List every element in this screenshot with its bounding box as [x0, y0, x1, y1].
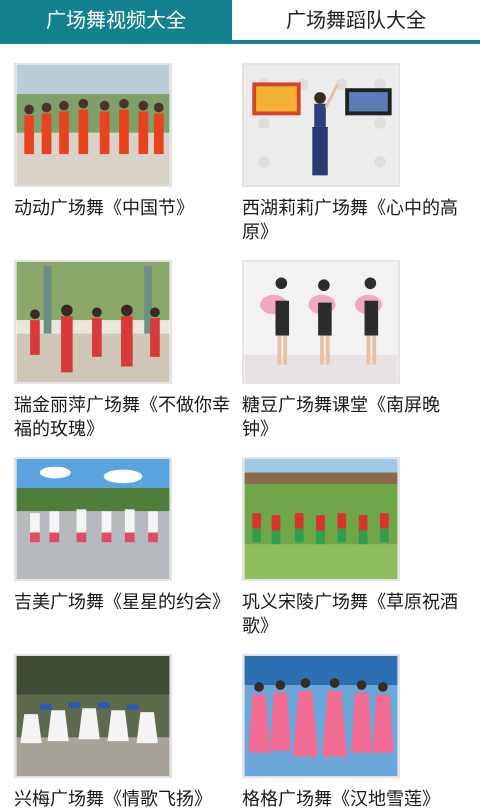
- dance-group-park-icon: [16, 262, 170, 382]
- video-title[interactable]: 吉美广场舞《星星的约会》: [14, 591, 234, 615]
- dance-group-pink-dress-icon: [244, 656, 398, 776]
- dance-group-white-dress-icon: [16, 656, 170, 776]
- video-thumbnail[interactable]: [242, 260, 400, 384]
- video-thumbnail[interactable]: [242, 63, 400, 187]
- video-title[interactable]: 动动广场舞《中国节》: [14, 197, 234, 221]
- trio-fan-dancers-icon: [244, 262, 398, 382]
- video-title[interactable]: 西湖莉莉广场舞《心中的高原》: [242, 197, 462, 245]
- video-thumbnail[interactable]: [14, 260, 172, 384]
- video-thumbnail[interactable]: [242, 457, 400, 581]
- dance-group-red-costume-icon: [16, 65, 170, 185]
- video-thumbnail[interactable]: [14, 654, 172, 778]
- video-title[interactable]: 格格广场舞《汉地雪莲》: [242, 788, 462, 812]
- video-item[interactable]: 糖豆广场舞课堂《南屏晚钟》: [242, 260, 462, 442]
- video-item[interactable]: 瑞金丽萍广场舞《不做你幸福的玫瑰》: [14, 260, 234, 442]
- dance-group-plaza-icon: [16, 459, 170, 579]
- video-item[interactable]: 西湖莉莉广场舞《心中的高原》: [242, 63, 462, 245]
- tab-dance-team-collection[interactable]: 广场舞蹈队大全: [232, 0, 480, 40]
- video-thumbnail[interactable]: [14, 63, 172, 187]
- video-item[interactable]: 巩义宋陵广场舞《草原祝酒歌》: [242, 457, 462, 639]
- video-item[interactable]: 兴梅广场舞《情歌飞扬》: [14, 654, 234, 812]
- video-title[interactable]: 巩义宋陵广场舞《草原祝酒歌》: [242, 591, 462, 639]
- video-grid: 动动广场舞《中国节》 西湖莉莉广场舞《心中的高原》 瑞金丽萍广场舞《不做你幸福的…: [0, 44, 480, 810]
- video-title[interactable]: 兴梅广场舞《情歌飞扬》: [14, 788, 234, 812]
- tab-video-collection[interactable]: 广场舞视频大全: [0, 0, 232, 40]
- video-item[interactable]: 格格广场舞《汉地雪莲》: [242, 654, 462, 812]
- video-item[interactable]: 动动广场舞《中国节》: [14, 63, 234, 221]
- video-title[interactable]: 瑞金丽萍广场舞《不做你幸福的玫瑰》: [14, 394, 234, 442]
- video-item[interactable]: 吉美广场舞《星星的约会》: [14, 457, 234, 615]
- video-thumbnail[interactable]: [242, 654, 400, 778]
- solo-dancer-stage-icon: [244, 65, 398, 185]
- dance-group-grassland-icon: [244, 459, 398, 579]
- video-title[interactable]: 糖豆广场舞课堂《南屏晚钟》: [242, 394, 462, 442]
- video-thumbnail[interactable]: [14, 457, 172, 581]
- tab-bar: 广场舞视频大全 广场舞蹈队大全: [0, 0, 480, 44]
